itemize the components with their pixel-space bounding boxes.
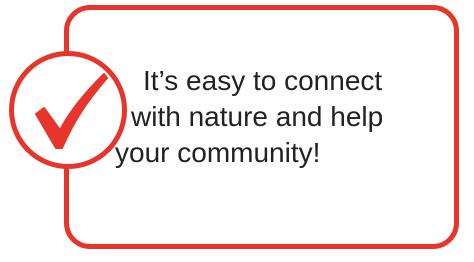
message-line-2: with nature and help (131, 101, 384, 132)
message-line-3: your community! (115, 137, 321, 168)
message-line-1: It’s easy to connect (143, 65, 383, 96)
checkmark-badge (9, 51, 127, 169)
checkmark-icon (35, 73, 108, 149)
